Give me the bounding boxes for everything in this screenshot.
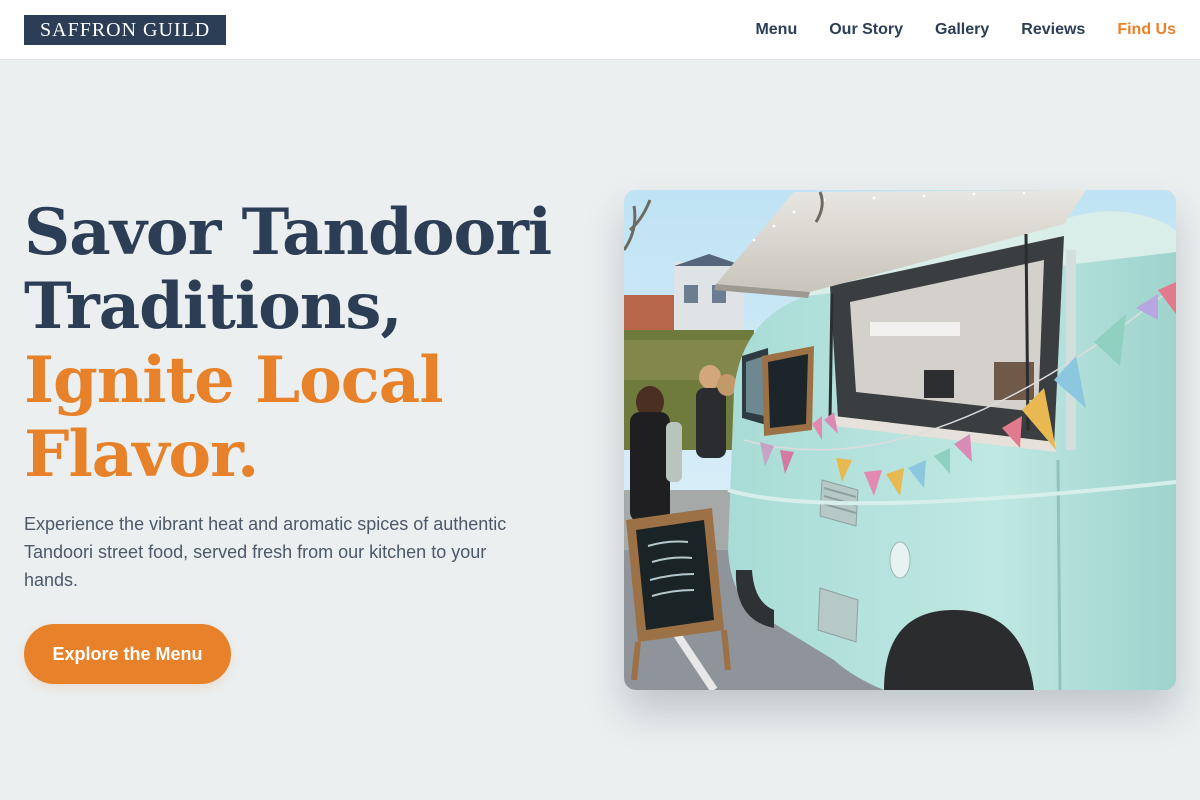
explore-menu-button[interactable]: Explore the Menu (24, 624, 231, 684)
nav-item-gallery[interactable]: Gallery (935, 21, 989, 39)
headline-line-2: Traditions, (24, 269, 403, 344)
headline-line-1: Savor Tandoori (24, 195, 552, 270)
main-nav: Menu Our Story Gallery Reviews Find Us (755, 0, 1176, 60)
headline-line-4: Flavor. (24, 417, 259, 492)
nav-item-reviews[interactable]: Reviews (1021, 21, 1085, 39)
nav-item-find-us[interactable]: Find Us (1117, 21, 1176, 39)
food-truck-illustration (624, 190, 1176, 690)
site-header: SAFFRON GUILD Menu Our Story Gallery Rev… (0, 0, 1200, 60)
hero-headline: Savor Tandoori Traditions, Ignite Local … (24, 196, 584, 492)
headline-line-3: Ignite Local (24, 343, 444, 418)
brand-logo[interactable]: SAFFRON GUILD (24, 15, 227, 45)
nav-item-our-story[interactable]: Our Story (829, 21, 903, 39)
hero-image (624, 190, 1176, 690)
nav-item-menu[interactable]: Menu (755, 21, 797, 39)
hero-subtitle: Experience the vibrant heat and aromatic… (24, 514, 507, 590)
